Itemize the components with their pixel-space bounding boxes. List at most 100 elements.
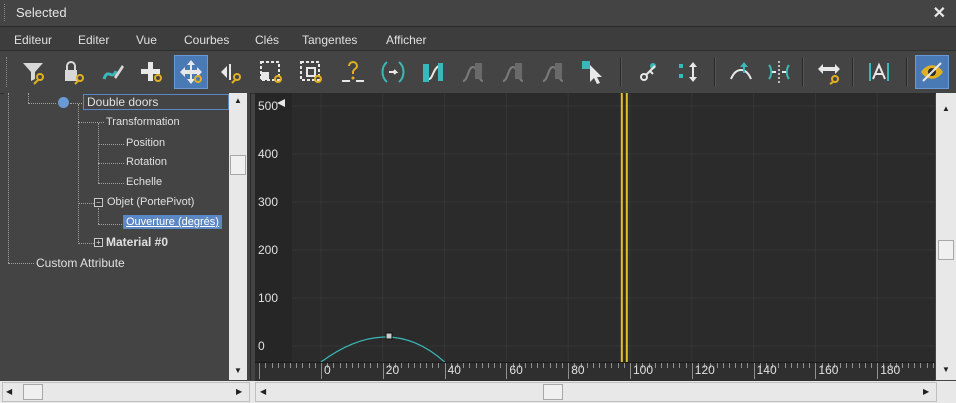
curve-wave-icon[interactable] <box>456 55 490 89</box>
ruler-tick <box>487 363 489 368</box>
graph-scroll-down-icon[interactable]: ▼ <box>942 365 950 374</box>
menu-bar: Editeur Editer Vue Courbes Clés Tangente… <box>0 26 956 51</box>
ease-curve-icon[interactable] <box>416 55 450 89</box>
ruler-tick <box>920 363 922 368</box>
ruler-tick <box>345 363 347 368</box>
select-cursor-icon[interactable] <box>576 55 610 89</box>
key-tangents-icon[interactable] <box>632 55 666 89</box>
graph-hscroll-thumb[interactable] <box>543 384 563 400</box>
ruler-tick <box>852 363 854 368</box>
tree-node-echelle[interactable]: Echelle <box>126 176 162 188</box>
time-range-icon[interactable] <box>812 55 846 89</box>
ruler-tick <box>747 363 749 368</box>
scroll-down-icon[interactable]: ▼ <box>234 366 242 375</box>
node-dot-icon <box>58 97 69 108</box>
draw-curve-icon[interactable] <box>96 55 130 89</box>
show-keys-icon[interactable] <box>672 55 706 89</box>
ruler-tick <box>413 363 415 368</box>
snap-frames-icon[interactable] <box>336 55 370 89</box>
x-tick-label: 80 <box>571 363 585 377</box>
ruler-tick <box>543 363 545 368</box>
menu-tangentes[interactable]: Tangentes <box>302 33 357 47</box>
ruler-tick <box>351 363 353 368</box>
graph-scroll-right-icon[interactable]: ▶ <box>923 387 929 396</box>
ruler-tick <box>815 363 817 379</box>
tree-node-custom-attribute[interactable]: Custom Attribute <box>36 256 125 270</box>
menu-editer[interactable]: Editer <box>78 33 109 47</box>
ruler-tick <box>401 363 403 368</box>
move-keys-icon[interactable] <box>174 55 208 89</box>
ruler-tick <box>667 363 669 368</box>
tree-node-material[interactable]: Material #0 <box>106 235 168 249</box>
filter-icon[interactable] <box>16 55 50 89</box>
ruler-tick <box>358 363 360 368</box>
graph-horizontal-scrollbar[interactable]: ◀ ▶ <box>255 382 937 402</box>
x-tick-label: 0 <box>324 363 331 377</box>
menu-courbes[interactable]: Courbes <box>184 33 229 47</box>
curve-wave-3-icon[interactable] <box>536 55 570 89</box>
expand-material-icon[interactable]: + <box>94 238 103 247</box>
tree-node-position[interactable]: Position <box>126 137 165 149</box>
ruler-tick <box>846 363 848 368</box>
y-tick-label: 0 <box>258 339 265 353</box>
collapse-objet-icon[interactable]: − <box>94 198 103 207</box>
ruler-tick <box>809 363 811 368</box>
ruler-tick <box>376 363 378 368</box>
curve-wave-2-icon[interactable] <box>496 55 530 89</box>
tree-node-ouverture[interactable]: Ouverture (degrés) <box>123 215 222 229</box>
tangent-up-icon[interactable] <box>724 55 758 89</box>
graph-scroll-thumb[interactable] <box>938 240 954 260</box>
x-tick-label: 180 <box>880 363 901 377</box>
curve-graph[interactable] <box>255 93 935 362</box>
y-tick-label: 500 <box>258 99 279 113</box>
graph-vertical-scrollbar[interactable]: ▲ ▼ <box>936 93 956 380</box>
scroll-up-icon[interactable]: ▲ <box>234 96 242 105</box>
ruler-tick <box>531 363 533 368</box>
tree-vertical-scrollbar[interactable]: ▲ ▼ <box>229 93 247 380</box>
graph-scroll-up-icon[interactable]: ▲ <box>942 104 950 113</box>
ruler-tick <box>623 363 625 368</box>
ruler-tick <box>314 363 316 368</box>
x-tick-label: 120 <box>694 363 715 377</box>
tree-scroll-left-icon[interactable]: ◀ <box>6 387 12 396</box>
ruler-tick <box>524 363 526 368</box>
ruler-tick <box>271 363 273 368</box>
flip-tangent-icon[interactable] <box>762 55 796 89</box>
tree-scroll-right-icon[interactable]: ▶ <box>236 387 242 396</box>
ruler-tick <box>716 363 718 368</box>
toolbar-grip[interactable] <box>6 57 10 87</box>
tree-node-rotation[interactable]: Rotation <box>126 156 167 168</box>
menu-editeur[interactable]: Editeur <box>14 33 52 47</box>
tree-hscroll-thumb[interactable] <box>23 384 43 400</box>
ruler-tick <box>568 363 570 379</box>
ruler-tick <box>722 363 724 368</box>
add-key-icon[interactable] <box>134 55 168 89</box>
ruler-tick <box>630 363 631 379</box>
ruler-tick <box>265 363 267 368</box>
tree-scroll-thumb[interactable] <box>230 155 246 175</box>
parameter-curve-out-icon[interactable] <box>376 55 410 89</box>
scale-keys-icon[interactable] <box>254 55 288 89</box>
close-button[interactable]: ✕ <box>933 3 946 23</box>
menu-afficher[interactable]: Afficher <box>386 33 426 47</box>
scale-values-icon[interactable] <box>294 55 328 89</box>
menu-vue[interactable]: Vue <box>136 33 157 47</box>
ruler-tick <box>339 363 341 368</box>
slide-keys-icon[interactable] <box>214 55 248 89</box>
tree-node-objet[interactable]: Objet (PortePivot) <box>107 196 194 208</box>
ruler-tick <box>463 363 465 368</box>
menu-cles[interactable]: Clés <box>255 33 279 47</box>
view-icon[interactable] <box>915 55 949 89</box>
tree-node-transformation[interactable]: Transformation <box>106 116 180 128</box>
lock-key-icon[interactable] <box>56 55 90 89</box>
graph-scroll-left-icon[interactable]: ◀ <box>260 387 266 396</box>
ruler-tick <box>660 363 662 368</box>
lock-tangent-icon[interactable] <box>862 55 896 89</box>
x-tick-label: 40 <box>447 363 461 377</box>
ruler-tick <box>549 363 551 368</box>
tree-node-double-doors[interactable]: Double doors <box>83 94 229 110</box>
tree-horizontal-scrollbar[interactable]: ◀ ▶ <box>2 382 250 402</box>
curve-graph-svg[interactable] <box>255 93 935 362</box>
ruler-tick <box>333 363 335 368</box>
title-grip[interactable] <box>4 4 8 21</box>
